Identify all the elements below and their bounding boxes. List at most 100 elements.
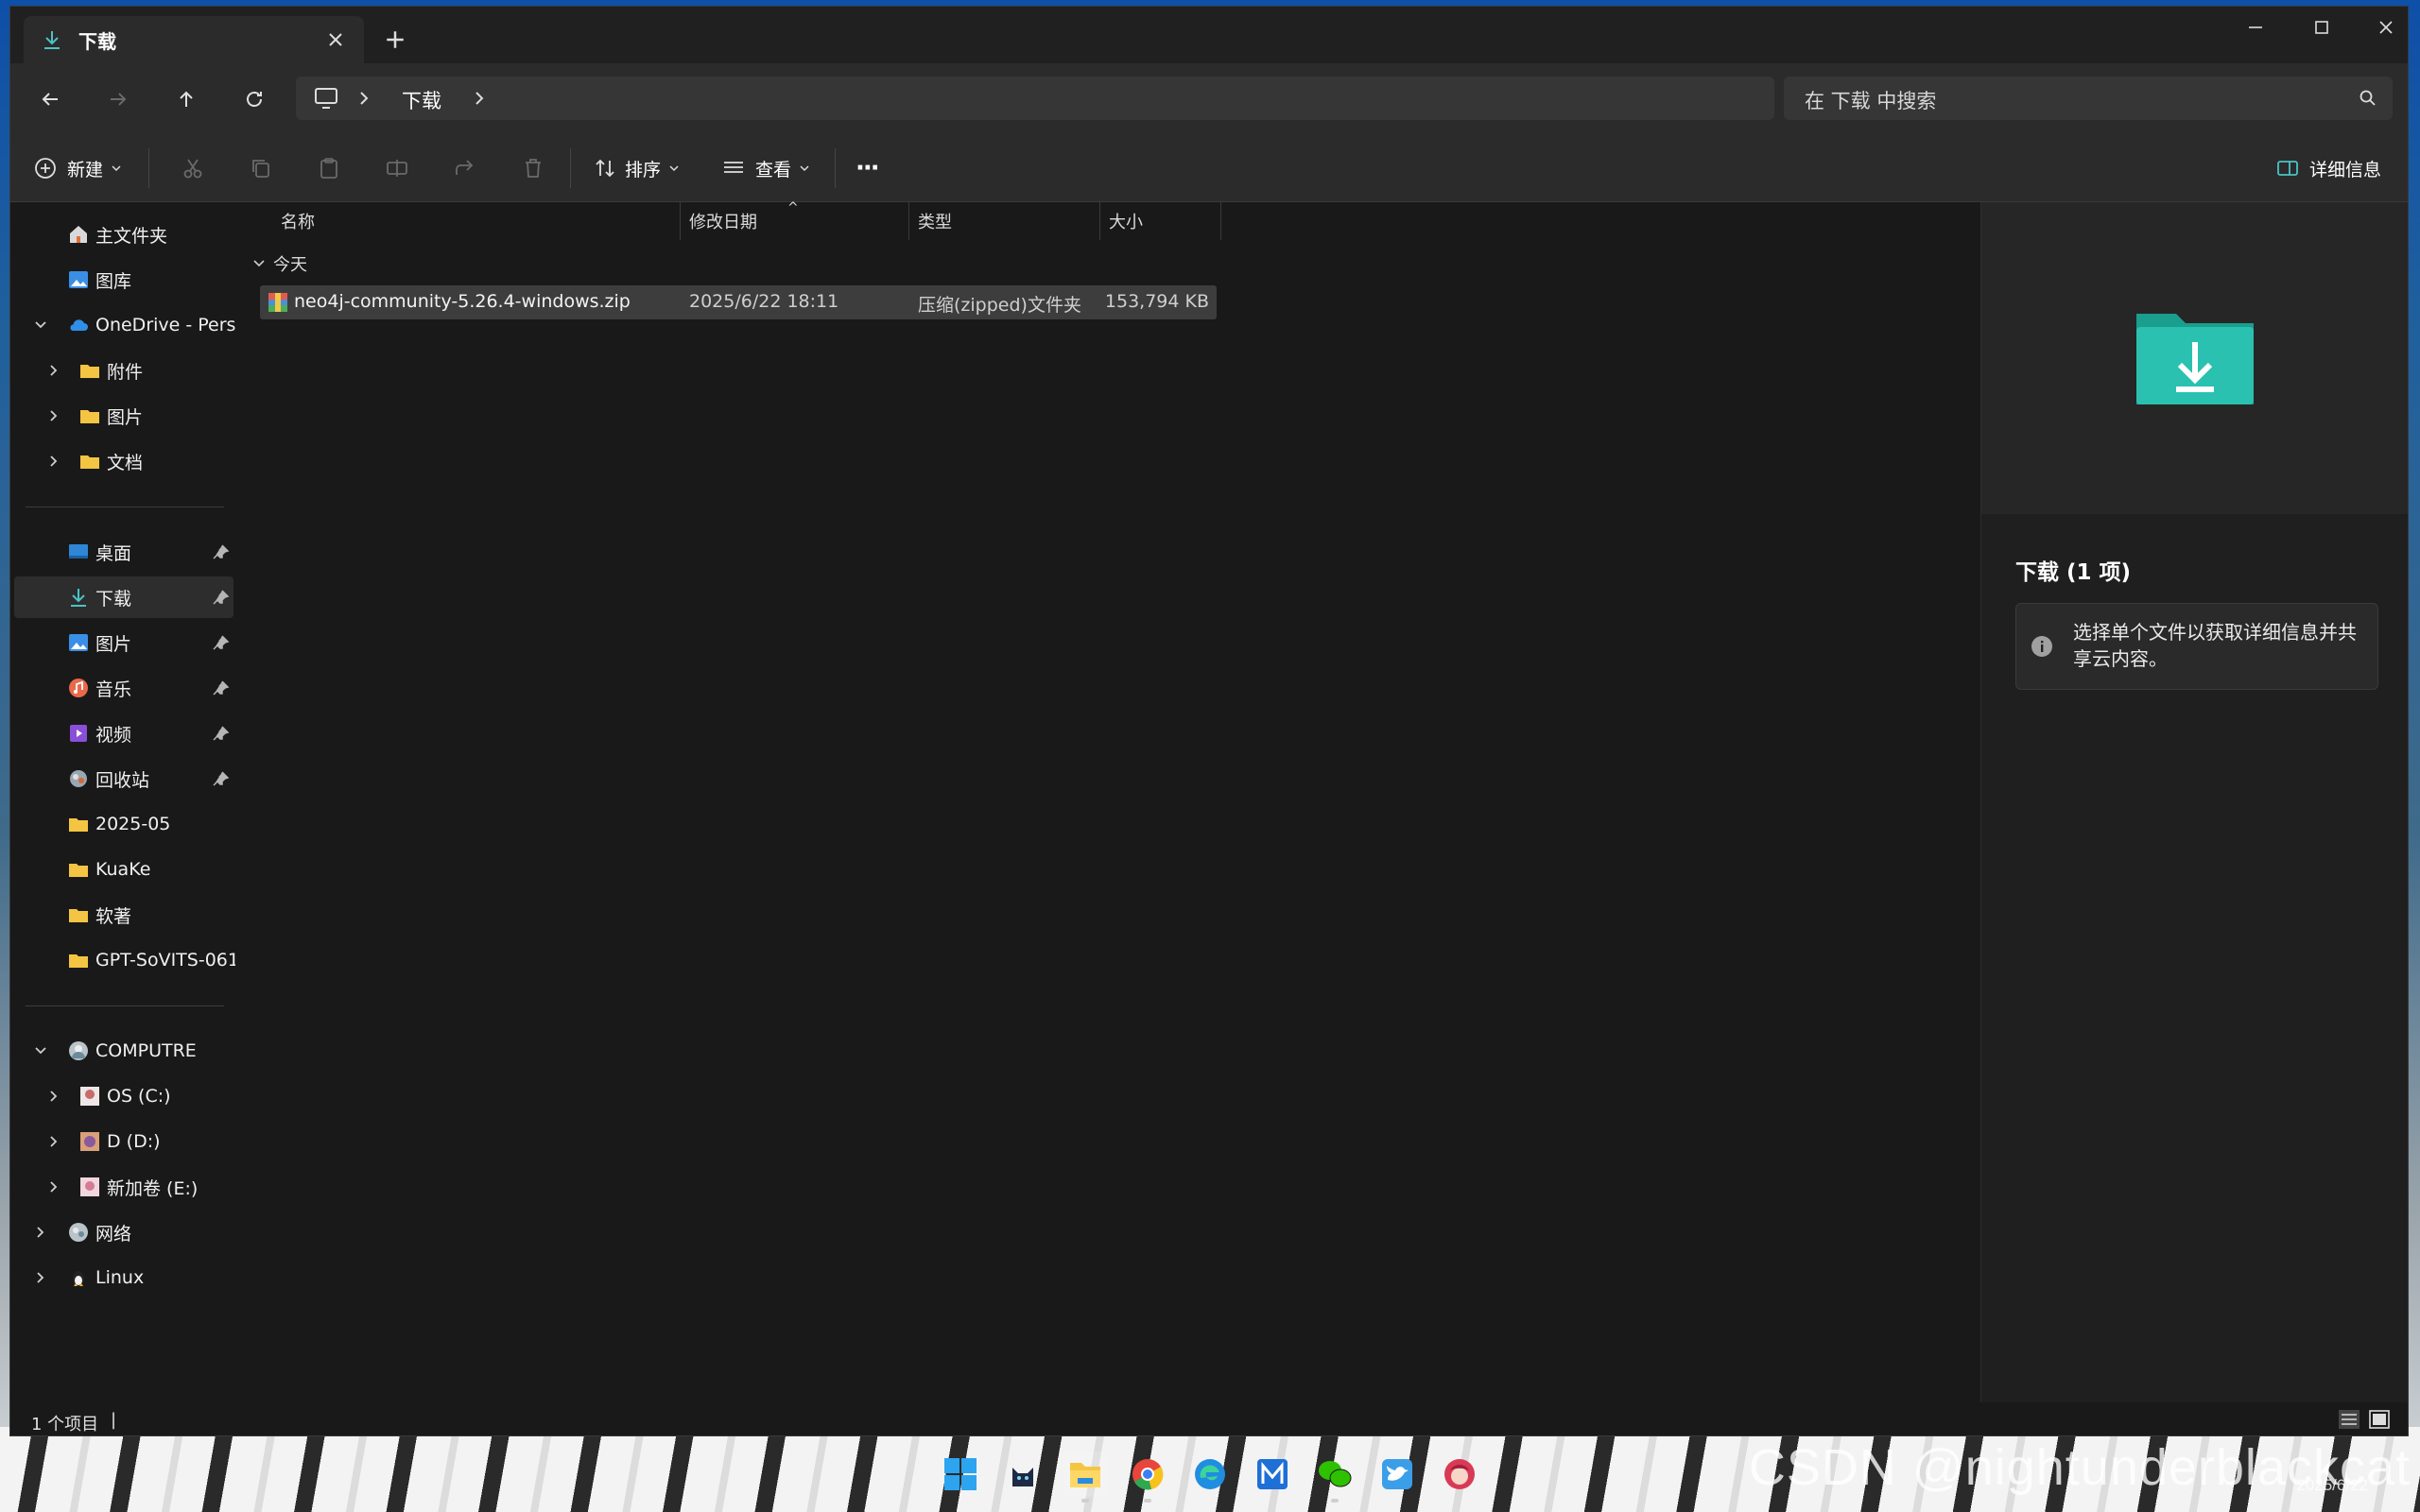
view-label: 查看 (755, 159, 792, 180)
breadcrumb-downloads[interactable]: 下载 (402, 86, 441, 114)
column-header-name[interactable]: 名称 (281, 202, 315, 240)
details-view-icon[interactable] (2338, 1409, 2360, 1430)
taskbar-app-edge[interactable] (1187, 1452, 1233, 1497)
chevron-right-icon[interactable] (46, 1134, 61, 1149)
sidebar-item-folder-gpt-sovits[interactable]: GPT-SoVITS-0611 (14, 939, 251, 981)
sidebar-item-downloads[interactable]: 下载 (14, 576, 233, 618)
large-icons-view-icon[interactable] (2368, 1409, 2391, 1430)
pin-icon[interactable] (213, 679, 230, 696)
up-button[interactable] (169, 82, 203, 116)
pin-icon[interactable] (213, 589, 230, 606)
sort-indicator: ^ (787, 200, 799, 215)
taskbar-app-cat[interactable] (1000, 1452, 1046, 1497)
details-pane-button[interactable]: 详细信息 (2275, 135, 2381, 201)
chevron-down-icon[interactable] (33, 1043, 48, 1058)
sort-button[interactable]: 排序 (593, 135, 680, 201)
new-button[interactable]: 新建 (33, 135, 122, 201)
chevron-down-icon[interactable] (33, 318, 48, 333)
column-divider[interactable] (1220, 202, 1221, 240)
chevron-right-icon[interactable] (33, 1270, 48, 1285)
sidebar-item-od-pictures[interactable]: 图片 (14, 395, 233, 437)
column-header-size[interactable]: 大小 (1109, 202, 1143, 240)
chevron-right-icon[interactable] (46, 454, 61, 469)
back-button[interactable] (33, 82, 67, 116)
sidebar-item-drive-e[interactable]: 新加卷 (E:) (14, 1166, 233, 1208)
rename-icon (387, 160, 407, 177)
paste-button[interactable] (317, 135, 341, 201)
taskbar-app-avatar[interactable] (1437, 1452, 1482, 1497)
close-icon[interactable] (324, 28, 347, 51)
sidebar-item-linux[interactable]: Linux (14, 1257, 233, 1298)
pin-icon[interactable] (213, 725, 230, 742)
minimize-button[interactable] (2222, 7, 2289, 48)
sidebar-item-videos[interactable]: 视频 (14, 713, 233, 754)
chevron-down-icon (669, 165, 679, 172)
recycle-bin-icon (70, 770, 87, 787)
desktop-icon (69, 544, 88, 558)
sidebar-item-home[interactable]: 主文件夹 (14, 214, 233, 255)
sidebar-item-folder-ruanzhu[interactable]: 软著 (14, 894, 233, 936)
taskbar-app-wechat[interactable] (1312, 1452, 1357, 1503)
sidebar-item-drive-c[interactable]: OS (C:) (14, 1075, 233, 1117)
sidebar-item-recycle-bin[interactable]: 回收站 (14, 758, 233, 799)
chevron-right-icon[interactable] (46, 1089, 61, 1104)
sidebar-item-folder-kuake[interactable]: KuaKe (14, 849, 233, 890)
sidebar-item-onedrive[interactable]: OneDrive - Persor (14, 304, 254, 346)
home-icon (70, 226, 87, 243)
copy-button[interactable] (249, 135, 273, 201)
minimize-icon (2249, 26, 2262, 28)
pin-icon[interactable] (213, 543, 230, 560)
taskbar-app-m[interactable] (1250, 1452, 1295, 1497)
close-window-button[interactable] (2353, 7, 2408, 48)
sidebar-item-label: Linux (95, 1267, 145, 1288)
cut-button[interactable] (181, 135, 205, 201)
maximize-icon (2315, 21, 2328, 34)
sidebar-item-od-documents[interactable]: 文档 (14, 440, 233, 482)
sidebar-item-folder-2025-05[interactable]: 2025-05 (14, 803, 233, 845)
search-input[interactable]: 在 下载 中搜索 (1784, 77, 2393, 120)
chevron-right-icon[interactable] (356, 90, 372, 107)
maximize-button[interactable] (2289, 7, 2355, 48)
pin-icon[interactable] (213, 770, 230, 787)
refresh-button[interactable] (237, 82, 271, 116)
taskbar-app-bird[interactable] (1374, 1452, 1420, 1497)
chevron-right-icon[interactable] (472, 90, 487, 107)
sidebar-item-desktop[interactable]: 桌面 (14, 531, 233, 573)
sidebar-item-od-attachments[interactable]: 附件 (14, 350, 233, 391)
sidebar-item-music[interactable]: 音乐 (14, 667, 233, 709)
arrow-left-icon (42, 93, 58, 106)
sidebar-item-gallery[interactable]: 图库 (14, 259, 233, 301)
delete-button[interactable] (521, 135, 545, 201)
rename-button[interactable] (385, 135, 409, 201)
chevron-right-icon[interactable] (46, 1179, 61, 1194)
sidebar-item-computer[interactable]: COMPUTRE (14, 1030, 233, 1072)
sidebar-item-network[interactable]: 网络 (14, 1211, 233, 1253)
forward-button[interactable] (101, 82, 135, 116)
chevron-right-icon[interactable] (46, 408, 61, 423)
column-header-modified[interactable]: 修改日期 (689, 202, 757, 240)
tab-downloads[interactable]: 下载 (24, 16, 364, 63)
share-button[interactable] (453, 135, 477, 201)
group-label: 今天 (273, 255, 307, 275)
column-divider[interactable] (1099, 202, 1100, 240)
chevron-right-icon[interactable] (33, 1225, 48, 1240)
arrow-right-icon (111, 93, 127, 106)
address-bar[interactable]: 下载 (296, 77, 1774, 120)
share-icon (456, 160, 474, 175)
pin-icon[interactable] (213, 634, 230, 651)
sidebar-item-pictures[interactable]: 图片 (14, 622, 233, 663)
chevron-right-icon[interactable] (46, 363, 61, 378)
more-options-button[interactable]: ··· (856, 135, 880, 201)
column-divider[interactable] (680, 202, 681, 240)
anime-avatar-icon (1444, 1459, 1475, 1489)
sidebar-item-drive-d[interactable]: D (D:) (14, 1121, 233, 1162)
new-tab-button[interactable] (381, 26, 409, 54)
taskbar-app-file-explorer[interactable] (1063, 1452, 1108, 1503)
group-header-today[interactable]: 今天 (252, 251, 307, 276)
column-header-type[interactable]: 类型 (918, 202, 952, 240)
taskbar-app-chrome[interactable] (1125, 1452, 1170, 1503)
table-row[interactable]: neo4j-community-5.26.4-windows.zip 2025/… (260, 285, 1217, 319)
start-button[interactable] (938, 1452, 983, 1497)
column-divider[interactable] (908, 202, 909, 240)
taskbar (0, 1440, 2420, 1512)
